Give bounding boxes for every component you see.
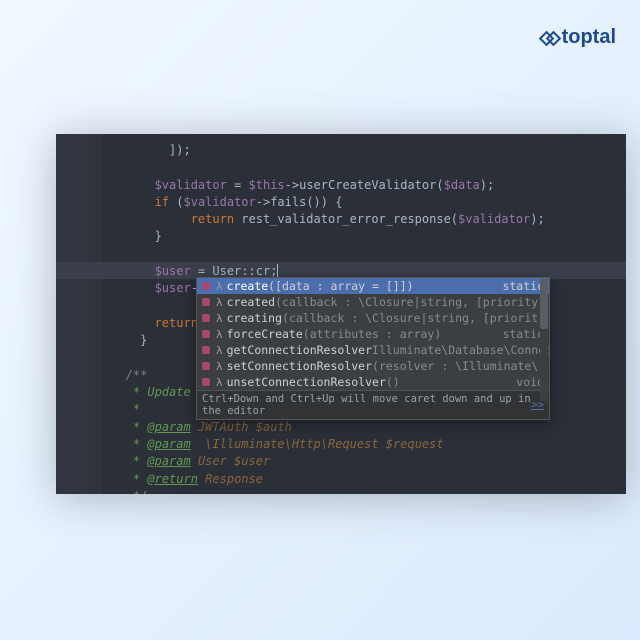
lambda-icon: λ bbox=[216, 344, 223, 357]
lambda-icon: λ bbox=[216, 328, 223, 341]
lambda-icon: λ bbox=[216, 296, 223, 309]
popup-scrollbar-thumb[interactable] bbox=[540, 279, 548, 329]
popup-scrollbar[interactable] bbox=[540, 279, 548, 401]
method-icon bbox=[202, 362, 210, 370]
suggestion-getConnectionResolver[interactable]: λgetConnectionResolverIlluminate\Databas… bbox=[197, 342, 549, 358]
fold-column bbox=[88, 134, 102, 494]
brand-name: toptal bbox=[562, 26, 616, 49]
popup-hint: Ctrl+Down and Ctrl+Up will move caret do… bbox=[197, 390, 549, 419]
lambda-icon: λ bbox=[216, 312, 223, 325]
method-icon bbox=[202, 346, 210, 354]
method-icon bbox=[202, 314, 210, 322]
method-icon bbox=[202, 282, 210, 290]
brand-logo-mark bbox=[542, 30, 558, 46]
hint-text: Ctrl+Down and Ctrl+Up will move caret do… bbox=[202, 393, 531, 417]
lambda-icon: λ bbox=[216, 280, 223, 293]
autocomplete-list[interactable]: λcreate([data : array = []])staticλcreat… bbox=[197, 278, 549, 390]
suggestion-creating[interactable]: λcreating(callback : \Closure|string, [p… bbox=[197, 310, 549, 326]
method-icon bbox=[202, 378, 210, 386]
suggestion-forceCreate[interactable]: λforceCreate(attributes : array)static bbox=[197, 326, 549, 342]
suggestion-create[interactable]: λcreate([data : array = []])static bbox=[197, 278, 549, 294]
lambda-icon: λ bbox=[216, 360, 223, 373]
suggestion-setConnectionResolver[interactable]: λsetConnectionResolver(resolver : \Illum… bbox=[197, 358, 549, 374]
text-caret bbox=[277, 264, 278, 277]
suggestion-created[interactable]: λcreated(callback : \Closure|string, [pr… bbox=[197, 294, 549, 310]
autocomplete-popup[interactable]: λcreate([data : array = []])staticλcreat… bbox=[196, 277, 550, 420]
lambda-icon: λ bbox=[216, 376, 223, 389]
method-icon bbox=[202, 330, 210, 338]
method-icon bbox=[202, 298, 210, 306]
editor-gutter bbox=[56, 134, 88, 494]
brand-logo: toptal bbox=[542, 26, 616, 49]
suggestion-unsetConnectionResolver[interactable]: λunsetConnectionResolver()void bbox=[197, 374, 549, 390]
